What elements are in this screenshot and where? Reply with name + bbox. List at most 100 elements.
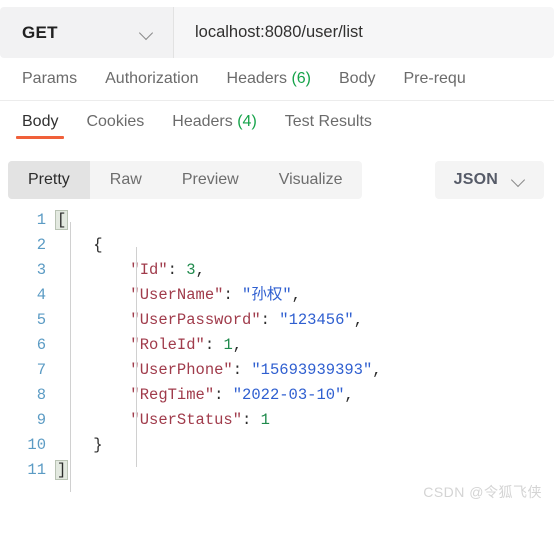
code-token: "2022-03-10" — [232, 386, 345, 404]
view-mode-group: Pretty Raw Preview Visualize — [8, 160, 363, 199]
http-method-select[interactable]: GET — [0, 7, 173, 58]
chevron-down-icon — [512, 175, 527, 184]
code-line-content: "UserPassword": "123456", — [56, 308, 363, 333]
response-tab-body[interactable]: Body — [8, 113, 72, 139]
request-tab-label: Body — [339, 70, 376, 87]
response-format-label: JSON — [453, 170, 498, 188]
view-mode-pretty[interactable]: Pretty — [8, 160, 90, 199]
code-line: 11] — [0, 458, 554, 483]
code-line-content: "RegTime": "2022-03-10", — [56, 383, 354, 408]
code-token: [ — [55, 210, 69, 230]
request-tab-params[interactable]: Params — [8, 70, 91, 88]
request-tab-bar: Params Authorization Headers (6) Body Pre-re… — [0, 58, 554, 101]
code-line: 3 "Id": 3, — [0, 258, 554, 283]
view-mode-preview[interactable]: Preview — [162, 161, 259, 199]
view-mode-visualize[interactable]: Visualize — [259, 161, 363, 199]
code-token: , — [195, 261, 205, 279]
code-line-content: } — [56, 433, 103, 458]
line-number: 1 — [36, 211, 46, 229]
indent-guide — [136, 247, 137, 467]
line-number: 11 — [27, 461, 46, 479]
code-token: 3 — [186, 261, 196, 279]
request-tab-body[interactable]: Body — [325, 70, 389, 88]
line-number: 3 — [36, 261, 46, 279]
code-line: 10 } — [0, 433, 554, 458]
response-tab-label: Headers — [172, 113, 233, 130]
code-token: ] — [55, 460, 69, 480]
code-line: 6 "RoleId": 1, — [0, 333, 554, 358]
request-tab-count: (6) — [287, 70, 311, 87]
response-tab-cookies[interactable]: Cookies — [72, 113, 158, 139]
response-view-toolbar: Pretty Raw Preview Visualize JSON — [0, 148, 554, 202]
code-token: : — [242, 411, 261, 429]
code-token: : — [167, 261, 187, 279]
code-token: "123456" — [279, 311, 354, 329]
line-number: 6 — [36, 336, 46, 354]
code-token: , — [372, 361, 382, 379]
code-line-content: "Id": 3, — [56, 258, 205, 283]
code-line-content: [ — [55, 208, 69, 233]
code-line-content: "RoleId": 1, — [56, 333, 242, 358]
code-token: "UserPassword" — [130, 311, 261, 329]
request-url-bar: GET localhost:8080/user/list — [0, 7, 554, 58]
code-token: { — [93, 236, 103, 254]
watermark: CSDN @令狐飞侠 — [423, 484, 542, 500]
code-line: 5 "UserPassword": "123456", — [0, 308, 554, 333]
code-token: "RoleId" — [130, 336, 205, 354]
request-url-input[interactable]: localhost:8080/user/list — [174, 7, 554, 58]
response-tab-headers[interactable]: Headers (4) — [158, 113, 270, 139]
line-number: 9 — [36, 411, 46, 429]
response-tab-count: (4) — [232, 113, 257, 130]
request-tab-label: Authorization — [105, 70, 199, 87]
code-line-content: "UserPhone": "15693939393", — [56, 358, 382, 383]
chevron-down-icon — [140, 28, 155, 37]
line-number: 2 — [36, 236, 46, 254]
code-token: "UserName" — [130, 286, 224, 304]
line-number: 7 — [36, 361, 46, 379]
code-lines: 1[2 {3 "Id": 3, 4 "UserName": "孙权", 5 "Use… — [0, 208, 554, 483]
code-token: , — [232, 336, 243, 354]
request-tab-label: Headers — [226, 70, 287, 87]
line-number: 4 — [36, 286, 46, 304]
code-line-content: "UserName": "孙权", — [56, 283, 301, 308]
request-tab-label: Params — [22, 70, 78, 87]
code-token: : — [204, 336, 224, 354]
request-tab-headers[interactable]: Headers (6) — [213, 70, 325, 88]
code-line-content: "UserStatus": 1 — [56, 408, 270, 433]
code-token: : — [232, 361, 252, 379]
code-token: 1 — [260, 411, 270, 429]
http-method-label: GET — [22, 22, 58, 42]
line-number: 5 — [36, 311, 46, 329]
code-token: , — [353, 311, 363, 329]
request-tab-authorization[interactable]: Authorization — [91, 70, 212, 88]
code-token: } — [93, 436, 103, 454]
request-tab-label: Pre-requ — [403, 70, 466, 87]
code-token: : — [223, 286, 243, 304]
code-token: : — [260, 311, 280, 329]
response-tab-label: Test Results — [284, 113, 372, 130]
code-token: "RegTime" — [130, 386, 215, 404]
code-line: 8 "RegTime": "2022-03-10", — [0, 383, 554, 408]
code-line: 2 { — [0, 233, 554, 258]
code-line: 4 "UserName": "孙权", — [0, 283, 554, 308]
code-line-content: ] — [55, 458, 69, 483]
response-tab-label: Body — [22, 113, 59, 130]
response-tab-test-results[interactable]: Test Results — [271, 113, 386, 139]
response-format-select[interactable]: JSON — [434, 160, 544, 199]
request-tab-pre-requ[interactable]: Pre-requ — [389, 70, 479, 88]
view-mode-raw[interactable]: Raw — [90, 161, 162, 199]
code-line: 1[ — [0, 208, 554, 233]
code-token: "UserPhone" — [130, 361, 233, 379]
code-token: "孙权" — [242, 286, 292, 304]
response-tab-bar: Body Cookies Headers (4) Test Results — [0, 101, 554, 148]
code-token: , — [291, 286, 301, 304]
indent-guide — [70, 222, 71, 492]
line-number: 10 — [27, 436, 46, 454]
line-number: 8 — [36, 386, 46, 404]
response-body-viewer[interactable]: 1[2 {3 "Id": 3, 4 "UserName": "孙权", 5 "Use… — [0, 202, 554, 510]
code-line: 9 "UserStatus": 1 — [0, 408, 554, 433]
code-token: "15693939393" — [251, 361, 373, 379]
code-token: , — [344, 386, 354, 404]
code-line-content: { — [56, 233, 103, 258]
code-token: 1 — [223, 336, 233, 354]
